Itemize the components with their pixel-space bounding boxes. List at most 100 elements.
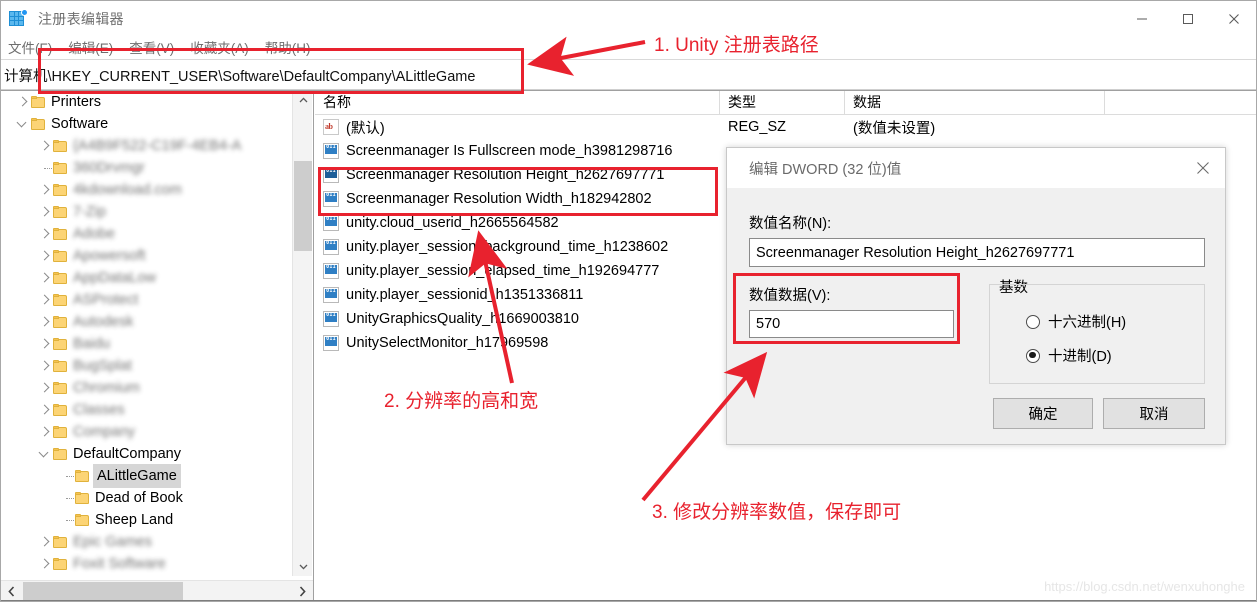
tree-item[interactable]: Apowersoft — [0, 245, 292, 267]
tree-item[interactable]: Baidu — [0, 333, 292, 355]
redacted-text: Autodesk — [73, 314, 133, 330]
tree-item[interactable]: Adobe — [0, 223, 292, 245]
tree-item[interactable]: 7-Zip — [0, 201, 292, 223]
folder-icon — [53, 228, 67, 240]
chevron-right-icon[interactable] — [36, 179, 53, 201]
tree-item-label: AppDataLow — [73, 267, 156, 289]
chevron-right-icon[interactable] — [36, 245, 53, 267]
dialog-close-icon[interactable] — [1181, 148, 1225, 188]
tree-horizontal-scrollbar[interactable] — [0, 580, 313, 602]
chevron-right-icon[interactable] — [36, 553, 53, 575]
redacted-text: Foxit Software — [73, 556, 166, 572]
tree-scroll-thumb[interactable] — [294, 161, 312, 251]
redacted-text: Chromium — [73, 380, 140, 396]
tree-item-label: 7-Zip — [73, 201, 106, 223]
tree-item[interactable]: Classes — [0, 399, 292, 421]
tree-item-label: Foxit Software — [73, 553, 166, 575]
tree-item[interactable]: 360Drvmgr — [0, 157, 292, 179]
folder-icon — [53, 162, 67, 174]
chevron-down-icon[interactable] — [36, 443, 53, 465]
tree-vertical-scrollbar[interactable] — [292, 91, 312, 576]
tree-leaf-connector[interactable] — [58, 487, 75, 509]
scroll-down-icon[interactable] — [293, 558, 313, 576]
dword-value-icon: 011 — [323, 287, 339, 303]
tree-item[interactable]: DefaultCompany — [0, 443, 292, 465]
tree-item-label: Sheep Land — [95, 509, 173, 531]
folder-icon — [53, 184, 67, 196]
value-name: unity.player_sessionid_h1351336811 — [346, 287, 583, 303]
value-row[interactable]: ab(默认)REG_SZ(数值未设置) — [315, 115, 1257, 139]
dword-value-icon: 011 — [323, 263, 339, 279]
tree-item-label: Autodesk — [73, 311, 133, 333]
minimize-button[interactable] — [1119, 0, 1165, 37]
value-type: REG_SZ — [728, 119, 786, 135]
string-value-icon: ab — [323, 119, 339, 135]
chevron-right-icon[interactable] — [36, 399, 53, 421]
ok-button[interactable]: 确定 — [993, 398, 1093, 429]
tree-item[interactable]: ASProtect — [0, 289, 292, 311]
radio-decimal[interactable]: 十进制(D) — [1026, 345, 1112, 366]
chevron-right-icon[interactable] — [36, 135, 53, 157]
tree-item[interactable]: AppDataLow — [0, 267, 292, 289]
column-header-filler — [1105, 91, 1257, 114]
dword-value-icon: 011 — [323, 335, 339, 351]
value-name: (默认) — [346, 117, 385, 138]
tree-item[interactable]: Printers — [0, 91, 292, 113]
tree-item[interactable]: 4kdownload.com — [0, 179, 292, 201]
tree-item[interactable]: Foxit Software — [0, 553, 292, 575]
radio-hexadecimal[interactable]: 十六进制(H) — [1026, 311, 1126, 332]
tree-leaf-connector[interactable] — [36, 157, 53, 179]
tree-item[interactable]: BugSplat — [0, 355, 292, 377]
tree-item[interactable]: Epic Games — [0, 531, 292, 553]
chevron-right-icon[interactable] — [36, 201, 53, 223]
value-name: unity.player_session_background_time_h12… — [346, 239, 668, 255]
folder-icon — [53, 360, 67, 372]
tree-leaf-connector[interactable] — [58, 509, 75, 531]
column-header-name[interactable]: 名称 — [315, 91, 720, 114]
chevron-right-icon[interactable] — [14, 91, 31, 113]
column-header-data[interactable]: 数据 — [845, 91, 1105, 114]
value-name-input[interactable]: Screenmanager Resolution Height_h2627697… — [749, 238, 1205, 267]
chevron-right-icon[interactable] — [36, 267, 53, 289]
tree-hscroll-thumb[interactable] — [23, 582, 183, 601]
chevron-down-icon[interactable] — [14, 113, 31, 135]
radio-decimal-icon — [1026, 349, 1040, 363]
radio-decimal-label: 十进制(D) — [1048, 345, 1112, 366]
tree-item[interactable]: Software — [0, 113, 292, 135]
folder-icon — [75, 470, 89, 482]
chevron-right-icon[interactable] — [36, 333, 53, 355]
close-button[interactable] — [1211, 0, 1257, 37]
folder-icon — [53, 558, 67, 570]
tree-item[interactable]: Sheep Land — [0, 509, 292, 531]
redacted-text: Company — [73, 424, 135, 440]
folder-icon — [53, 536, 67, 548]
tree-item[interactable]: Dead of Book — [0, 487, 292, 509]
cancel-button[interactable]: 取消 — [1103, 398, 1205, 429]
redacted-text: Adobe — [73, 226, 115, 242]
maximize-button[interactable] — [1165, 0, 1211, 37]
highlight-box-value-data — [733, 273, 960, 344]
column-header-type[interactable]: 类型 — [720, 91, 845, 114]
chevron-right-icon[interactable] — [36, 223, 53, 245]
chevron-right-icon[interactable] — [36, 531, 53, 553]
tree-item-label: Dead of Book — [95, 487, 183, 509]
chevron-right-icon[interactable] — [36, 377, 53, 399]
dialog-title-bar: 编辑 DWORD (32 位)值 — [727, 148, 1225, 188]
tree-item[interactable]: Company — [0, 421, 292, 443]
chevron-right-icon[interactable] — [36, 355, 53, 377]
redacted-text: AppDataLow — [73, 270, 156, 286]
redacted-text: 4kdownload.com — [73, 182, 182, 198]
registry-tree[interactable]: PrintersSoftware{A4B9F522-C19F-4EB4-A360… — [0, 91, 292, 576]
scroll-left-icon[interactable] — [0, 581, 22, 602]
chevron-right-icon[interactable] — [36, 311, 53, 333]
tree-item[interactable]: ALittleGame — [0, 465, 292, 487]
chevron-right-icon[interactable] — [36, 289, 53, 311]
tree-item[interactable]: Autodesk — [0, 311, 292, 333]
window-controls — [1119, 0, 1257, 37]
tree-leaf-connector[interactable] — [58, 465, 75, 487]
value-name: unity.cloud_userid_h2665564582 — [346, 215, 559, 231]
chevron-right-icon[interactable] — [36, 421, 53, 443]
tree-item[interactable]: {A4B9F522-C19F-4EB4-A — [0, 135, 292, 157]
tree-item[interactable]: Chromium — [0, 377, 292, 399]
scroll-right-icon[interactable] — [291, 581, 313, 602]
